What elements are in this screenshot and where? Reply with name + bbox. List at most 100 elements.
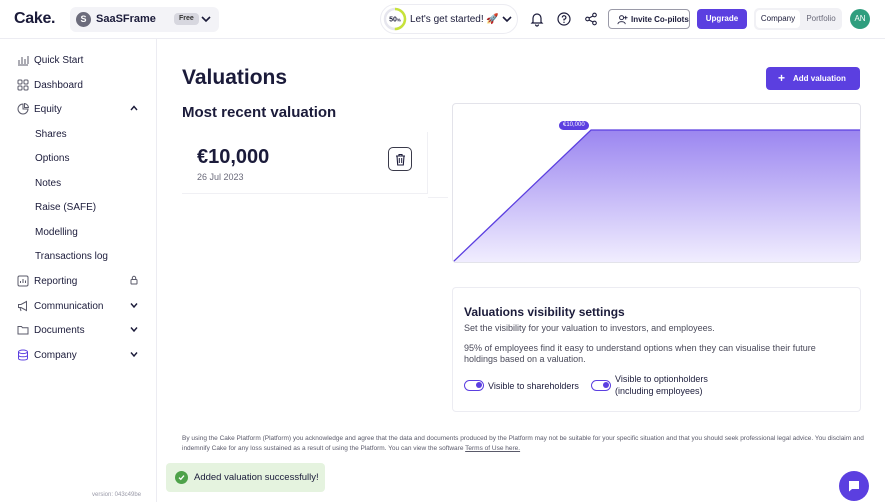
top-bar: Cake. S SaaSFrame Free 50% Let's get sta…: [0, 0, 885, 39]
toggle-knob: [603, 382, 609, 388]
optionholders-visibility-toggle[interactable]: [591, 380, 611, 391]
svg-text:50%: 50%: [389, 17, 401, 24]
check-circle-icon: [175, 471, 188, 484]
sidebar-item-reporting[interactable]: Reporting: [0, 271, 156, 293]
database-icon: [18, 349, 28, 361]
disclaimer-text: By using the Cake Platform (Platform) yo…: [182, 435, 864, 452]
sidebar-subitem-raise-safe[interactable]: Raise (SAFE): [0, 198, 156, 218]
mode-toggle: Company Portfolio: [754, 8, 842, 30]
sidebar-subitem-label: Transactions log: [35, 251, 108, 262]
company-name: SaaSFrame: [96, 13, 156, 25]
user-avatar[interactable]: AN: [850, 9, 870, 29]
sidebar-item-dashboard[interactable]: Dashboard: [0, 75, 156, 97]
cake-logo[interactable]: Cake.: [14, 10, 56, 28]
progress-ring: 50%: [383, 7, 407, 31]
visibility-note: 95% of employees find it easy to underst…: [464, 343, 816, 364]
sidebar-subitem-transactions-log[interactable]: Transactions log: [0, 247, 156, 267]
chevron-up-icon: [130, 105, 138, 111]
report-icon: [17, 275, 29, 287]
sidebar-subitem-label: Shares: [35, 129, 67, 140]
progress-text: Let's get started! 🚀: [410, 14, 499, 25]
add-user-icon: [617, 15, 628, 25]
mode-portfolio-tab[interactable]: Portfolio: [802, 10, 840, 28]
shareholders-toggle-label: Visible to shareholders: [488, 381, 579, 391]
valuation-chart-label: €10,000: [559, 121, 589, 130]
sidebar-item-label: Quick Start: [34, 55, 84, 66]
folder-icon: [17, 326, 29, 335]
help-icon[interactable]: [556, 11, 572, 27]
chat-icon: [849, 481, 859, 492]
page-title: Valuations: [182, 66, 288, 89]
visibility-description: Set the visibility for your valuation to…: [464, 323, 715, 333]
chat-support-button[interactable]: [839, 471, 869, 501]
chevron-down-icon: [130, 352, 138, 358]
sidebar-item-quick-start[interactable]: Quick Start: [0, 50, 156, 72]
trash-icon: [396, 153, 405, 166]
share-icon[interactable]: [583, 11, 599, 27]
version-text: version: 043c49be: [92, 492, 142, 498]
sidebar-subitem-label: Raise (SAFE): [35, 202, 97, 213]
valuation-chart-svg: [453, 129, 860, 262]
sidebar-item-documents[interactable]: Documents: [0, 320, 156, 342]
sidebar-item-equity[interactable]: Equity: [0, 99, 156, 121]
company-switcher[interactable]: S SaaSFrame Free: [70, 7, 219, 32]
toast-message: Added valuation successfully!: [194, 472, 319, 483]
delete-valuation-button[interactable]: [388, 147, 412, 171]
sidebar-item-label: Dashboard: [34, 80, 83, 91]
sidebar-item-label: Equity: [34, 104, 62, 115]
invite-label: Invite Co-pilots: [631, 15, 689, 24]
terms-of-use-link[interactable]: Terms of Use here.: [465, 445, 520, 452]
valuation-card: €10,000 26 Jul 2023: [182, 132, 428, 194]
sidebar-item-label: Communication: [34, 301, 104, 312]
sidebar-subitem-notes[interactable]: Notes: [0, 174, 156, 194]
progress-unit: %: [397, 18, 401, 23]
visibility-settings-card: Valuations visibility settings Set the v…: [452, 287, 861, 412]
divider: [428, 197, 448, 198]
lock-icon: [130, 275, 138, 285]
chevron-down-icon: [130, 327, 138, 333]
rocket-icon: [18, 56, 29, 66]
sidebar-subitem-options[interactable]: Options: [0, 149, 156, 169]
pie-chart-icon: [17, 103, 29, 115]
chevron-down-icon: [502, 16, 512, 23]
sidebar: Quick Start Dashboard Equity Shares Opti…: [0, 39, 157, 502]
sidebar-item-label: Reporting: [34, 276, 78, 287]
sidebar-item-company[interactable]: Company: [0, 345, 156, 367]
recent-valuation-title: Most recent valuation: [182, 104, 337, 121]
plus-icon: +: [778, 71, 786, 85]
valuation-date: 26 Jul 2023: [197, 172, 244, 182]
valuation-area: [453, 130, 860, 262]
company-avatar: S: [76, 12, 91, 27]
add-valuation-button[interactable]: + Add valuation: [766, 67, 860, 90]
chevron-down-icon: [130, 303, 138, 309]
sidebar-subitem-label: Options: [35, 153, 70, 164]
grid-icon: [17, 79, 29, 91]
progress-value: 50: [389, 17, 397, 24]
onboarding-progress[interactable]: 50% Let's get started! 🚀: [380, 4, 518, 34]
sidebar-subitem-modelling[interactable]: Modelling: [0, 223, 156, 243]
mode-company-tab[interactable]: Company: [756, 10, 800, 28]
valuation-amount: €10,000: [197, 146, 270, 168]
upgrade-button[interactable]: Upgrade: [697, 9, 747, 29]
valuation-chart: €10,000: [452, 103, 861, 263]
sidebar-item-communication[interactable]: Communication: [0, 296, 156, 318]
optionholders-label-line2: (including employees): [615, 386, 703, 396]
megaphone-icon: [18, 300, 27, 312]
sidebar-item-label: Documents: [34, 325, 85, 336]
bell-icon[interactable]: [529, 11, 545, 27]
chevron-down-icon: [201, 16, 211, 23]
sidebar-subitem-shares[interactable]: Shares: [0, 125, 156, 145]
shareholders-visibility-toggle[interactable]: [464, 380, 484, 391]
plan-badge: Free: [174, 13, 199, 25]
optionholders-toggle-label: Visible to optionholders (including empl…: [615, 373, 708, 397]
toggle-knob: [476, 382, 482, 388]
sidebar-item-label: Company: [34, 350, 77, 361]
visibility-title: Valuations visibility settings: [464, 305, 625, 319]
success-toast: Added valuation successfully!: [166, 463, 325, 492]
optionholders-label-line1: Visible to optionholders: [615, 374, 708, 384]
sidebar-subitem-label: Modelling: [35, 227, 78, 238]
invite-copilots-button[interactable]: Invite Co-pilots: [608, 9, 690, 29]
legal-disclaimer: By using the Cake Platform (Platform) yo…: [182, 434, 867, 454]
sidebar-subitem-label: Notes: [35, 178, 62, 189]
add-valuation-label: Add valuation: [793, 74, 846, 83]
